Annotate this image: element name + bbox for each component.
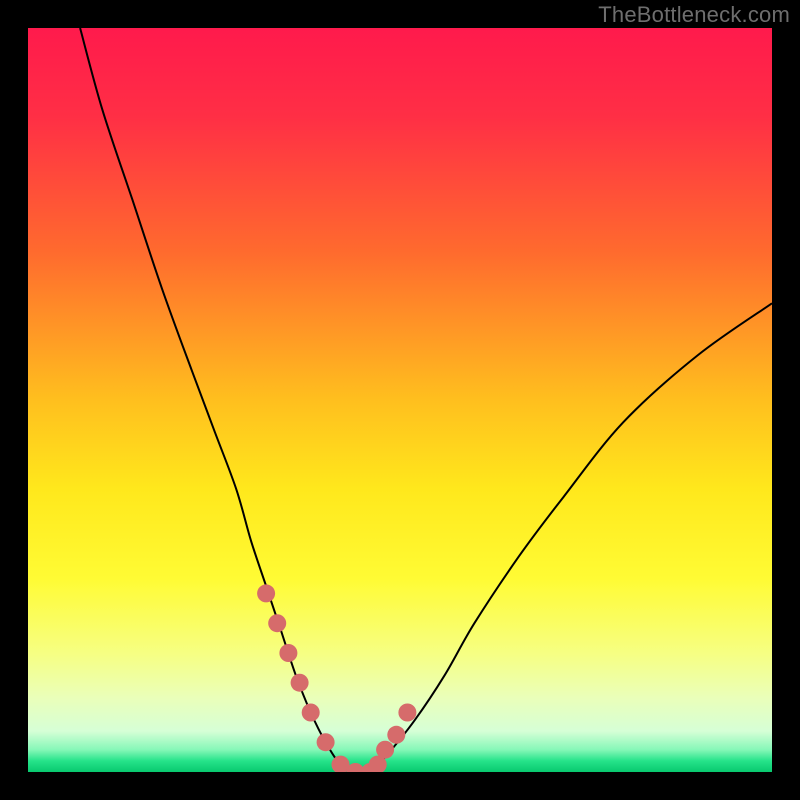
highlight-marker — [257, 584, 275, 602]
plot-area — [28, 28, 772, 772]
bottleneck-curve — [80, 28, 772, 772]
highlight-marker — [279, 644, 297, 662]
highlight-marker — [387, 726, 405, 744]
outer-frame: TheBottleneck.com — [0, 0, 800, 800]
highlight-marker — [376, 741, 394, 759]
watermark-text: TheBottleneck.com — [598, 2, 790, 28]
highlight-marker — [302, 704, 320, 722]
highlight-marker — [317, 733, 335, 751]
chart-svg — [28, 28, 772, 772]
highlight-marker — [268, 614, 286, 632]
highlight-marker — [291, 674, 309, 692]
highlight-marker — [398, 704, 416, 722]
marker-group — [257, 584, 416, 772]
